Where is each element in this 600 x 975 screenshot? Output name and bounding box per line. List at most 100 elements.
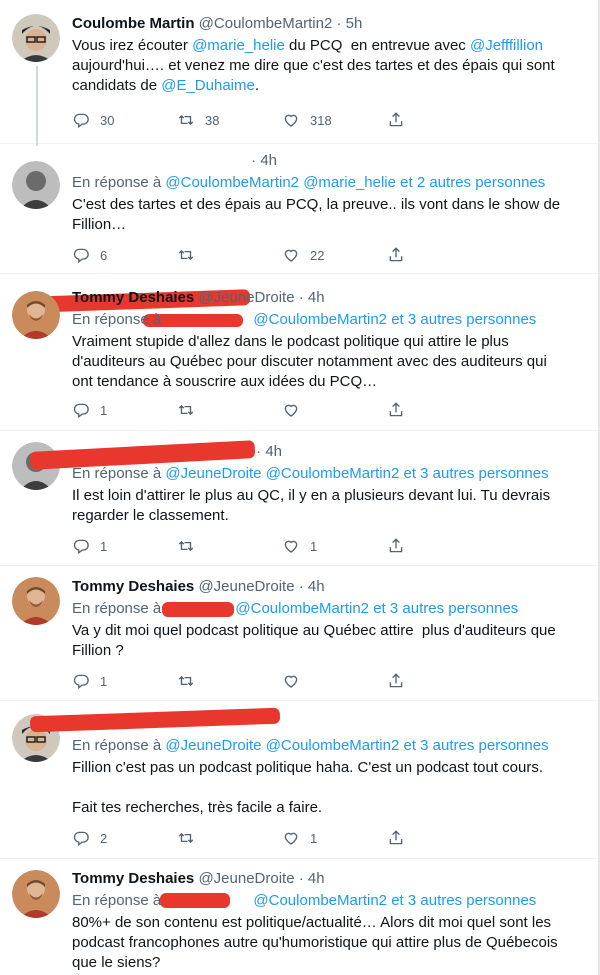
retweet-button[interactable]: 38 bbox=[177, 110, 282, 130]
share-icon bbox=[387, 672, 405, 690]
share-button[interactable] bbox=[387, 536, 492, 556]
tweet-text: Va y dit moi quel podcast politique au Q… bbox=[72, 621, 586, 661]
text-segment: du PCQ en entrevue avec bbox=[284, 37, 470, 54]
reply-button[interactable]: 1 bbox=[72, 400, 177, 420]
reply-context: En réponse à @CoulombeMartin2 et 3 autre… bbox=[72, 310, 586, 330]
retweet-button[interactable] bbox=[177, 828, 282, 848]
like-button[interactable] bbox=[282, 671, 387, 691]
tweet-text: Fillion c'est pas un podcast politique h… bbox=[72, 758, 586, 818]
share-button[interactable] bbox=[387, 828, 492, 848]
redaction-mark bbox=[29, 707, 281, 733]
tweet[interactable]: Coulombe Martin @CoulombeMartin2 · 5h Vo… bbox=[0, 0, 598, 146]
reply-prefix: En réponse à bbox=[72, 737, 166, 754]
text-segment: aujourd'hui…. et venez me dire que c'est… bbox=[72, 57, 555, 94]
reply-button[interactable]: 6 bbox=[72, 245, 177, 265]
tweet[interactable]: Tommy Deshaies @JeuneDroite · 4h En répo… bbox=[0, 858, 598, 975]
reply-mention[interactable]: @JeuneDroite bbox=[165, 737, 261, 754]
reply-icon bbox=[72, 401, 90, 419]
author-handle[interactable]: @CoulombeMartin2 bbox=[199, 15, 333, 32]
tweet-time[interactable]: 4h bbox=[308, 578, 325, 595]
retweet-button[interactable] bbox=[177, 245, 282, 265]
author-handle[interactable]: @JeuneDroite bbox=[198, 578, 294, 595]
reply-mention[interactable]: @CoulombeMartin2 bbox=[253, 892, 387, 909]
avatar[interactable] bbox=[12, 577, 60, 625]
reply-others-link[interactable]: et 3 autres personnes bbox=[391, 892, 536, 909]
tweet-actions: 1 bbox=[72, 671, 492, 691]
like-button[interactable]: 1 bbox=[282, 828, 387, 848]
like-button[interactable]: 22 bbox=[282, 245, 387, 265]
reply-mention[interactable]: @CoulombeMartin2 bbox=[266, 737, 400, 754]
reply-others-link[interactable]: et 3 autres personnes bbox=[391, 311, 536, 328]
share-icon bbox=[387, 111, 405, 129]
retweet-icon bbox=[177, 246, 195, 264]
like-button[interactable] bbox=[282, 400, 387, 420]
reply-others-link[interactable]: et 3 autres personnes bbox=[403, 737, 548, 754]
tweet[interactable]: Tommy Deshaies @JeuneDroite · 4h En répo… bbox=[0, 565, 598, 701]
text-segment: Va y dit moi quel podcast politique au Q… bbox=[72, 622, 556, 659]
retweet-button[interactable] bbox=[177, 400, 282, 420]
author-handle[interactable]: @JeuneDroite bbox=[198, 289, 294, 306]
tweet[interactable]: · 4h En réponse à @CoulombeMartin2 @mari… bbox=[0, 143, 598, 313]
share-button[interactable] bbox=[387, 671, 492, 691]
reply-others-link[interactable]: et 3 autres personnes bbox=[373, 600, 518, 617]
author-name[interactable]: Coulombe Martin bbox=[72, 15, 195, 32]
reply-button[interactable]: 30 bbox=[72, 110, 177, 130]
reply-others-link[interactable]: et 2 autres personnes bbox=[400, 174, 545, 191]
text-segment: C'est des tartes et des épais au PCQ, la… bbox=[72, 196, 561, 233]
reply-context: En réponse à @JeuneDroite @CoulombeMarti… bbox=[72, 464, 586, 484]
reply-count: 1 bbox=[100, 402, 108, 418]
share-icon bbox=[387, 829, 405, 847]
reply-button[interactable]: 1 bbox=[72, 671, 177, 691]
reply-mention[interactable]: @CoulombeMartin2 bbox=[253, 311, 387, 328]
reply-mention[interactable]: @JeuneDroite bbox=[165, 465, 261, 482]
text-segment: Vraiment stupide d'allez dans le podcast… bbox=[72, 333, 547, 390]
avatar[interactable] bbox=[12, 870, 60, 918]
author-name[interactable]: Tommy Deshaies bbox=[72, 578, 194, 595]
like-button[interactable]: 1 bbox=[282, 536, 387, 556]
tweet-text: Vraiment stupide d'allez dans le podcast… bbox=[72, 332, 586, 392]
avatar[interactable] bbox=[12, 161, 60, 209]
reply-prefix: En réponse à bbox=[72, 311, 166, 328]
reply-count: 1 bbox=[100, 538, 108, 554]
retweet-button[interactable] bbox=[177, 536, 282, 556]
reply-mention[interactable]: @CoulombeMartin2 bbox=[266, 465, 400, 482]
reply-count: 2 bbox=[100, 830, 108, 846]
like-icon bbox=[282, 672, 300, 690]
share-button[interactable] bbox=[387, 245, 492, 265]
text-segment: 80%+ de son contenu est politique/actual… bbox=[72, 914, 558, 971]
reply-button[interactable]: 1 bbox=[72, 536, 177, 556]
tweet[interactable]: · 4h En réponse à @JeuneDroite @Coulombe… bbox=[0, 430, 598, 566]
mention-link[interactable]: @Jefffillion bbox=[470, 37, 543, 54]
tweet[interactable]: En réponse à @JeuneDroite @CoulombeMarti… bbox=[0, 700, 598, 859]
mention-link[interactable]: @marie_helie bbox=[192, 37, 285, 54]
like-button[interactable]: 318 bbox=[282, 110, 387, 130]
share-button[interactable] bbox=[387, 110, 492, 130]
reply-button[interactable]: 2 bbox=[72, 828, 177, 848]
reply-icon bbox=[72, 672, 90, 690]
mention-link[interactable]: @E_Duhaime bbox=[161, 77, 255, 94]
reply-prefix: En réponse à bbox=[72, 174, 166, 191]
reply-mention[interactable]: @marie_helie bbox=[303, 174, 396, 191]
tweet-time[interactable]: 4h bbox=[308, 289, 325, 306]
tweet-text: Vous irez écouter @marie_helie du PCQ en… bbox=[72, 36, 586, 96]
tweet-time[interactable]: 4h bbox=[308, 870, 325, 887]
share-button[interactable] bbox=[387, 400, 492, 420]
tweet[interactable]: Tommy Deshaies @JeuneDroite · 4h En répo… bbox=[0, 273, 598, 431]
reply-mention[interactable]: @CoulombeMartin2 bbox=[165, 174, 299, 191]
tweet-time[interactable]: 4h bbox=[265, 443, 282, 460]
tweet-header: Tommy Deshaies @JeuneDroite · 4h bbox=[72, 578, 325, 595]
retweet-button[interactable] bbox=[177, 671, 282, 691]
avatar[interactable] bbox=[12, 291, 60, 339]
reply-prefix: En réponse à bbox=[72, 600, 166, 617]
like-icon bbox=[282, 401, 300, 419]
author-name[interactable]: Tommy Deshaies bbox=[72, 870, 194, 887]
avatar[interactable] bbox=[12, 14, 60, 62]
author-name[interactable]: Tommy Deshaies bbox=[72, 289, 194, 306]
tweet-time[interactable]: 4h bbox=[260, 152, 277, 169]
reply-others-link[interactable]: et 3 autres personnes bbox=[403, 465, 548, 482]
share-icon bbox=[387, 401, 405, 419]
reply-mention[interactable]: @CoulombeMartin2 bbox=[235, 600, 369, 617]
retweet-icon bbox=[177, 829, 195, 847]
tweet-time[interactable]: 5h bbox=[346, 15, 363, 32]
author-handle[interactable]: @JeuneDroite bbox=[198, 870, 294, 887]
